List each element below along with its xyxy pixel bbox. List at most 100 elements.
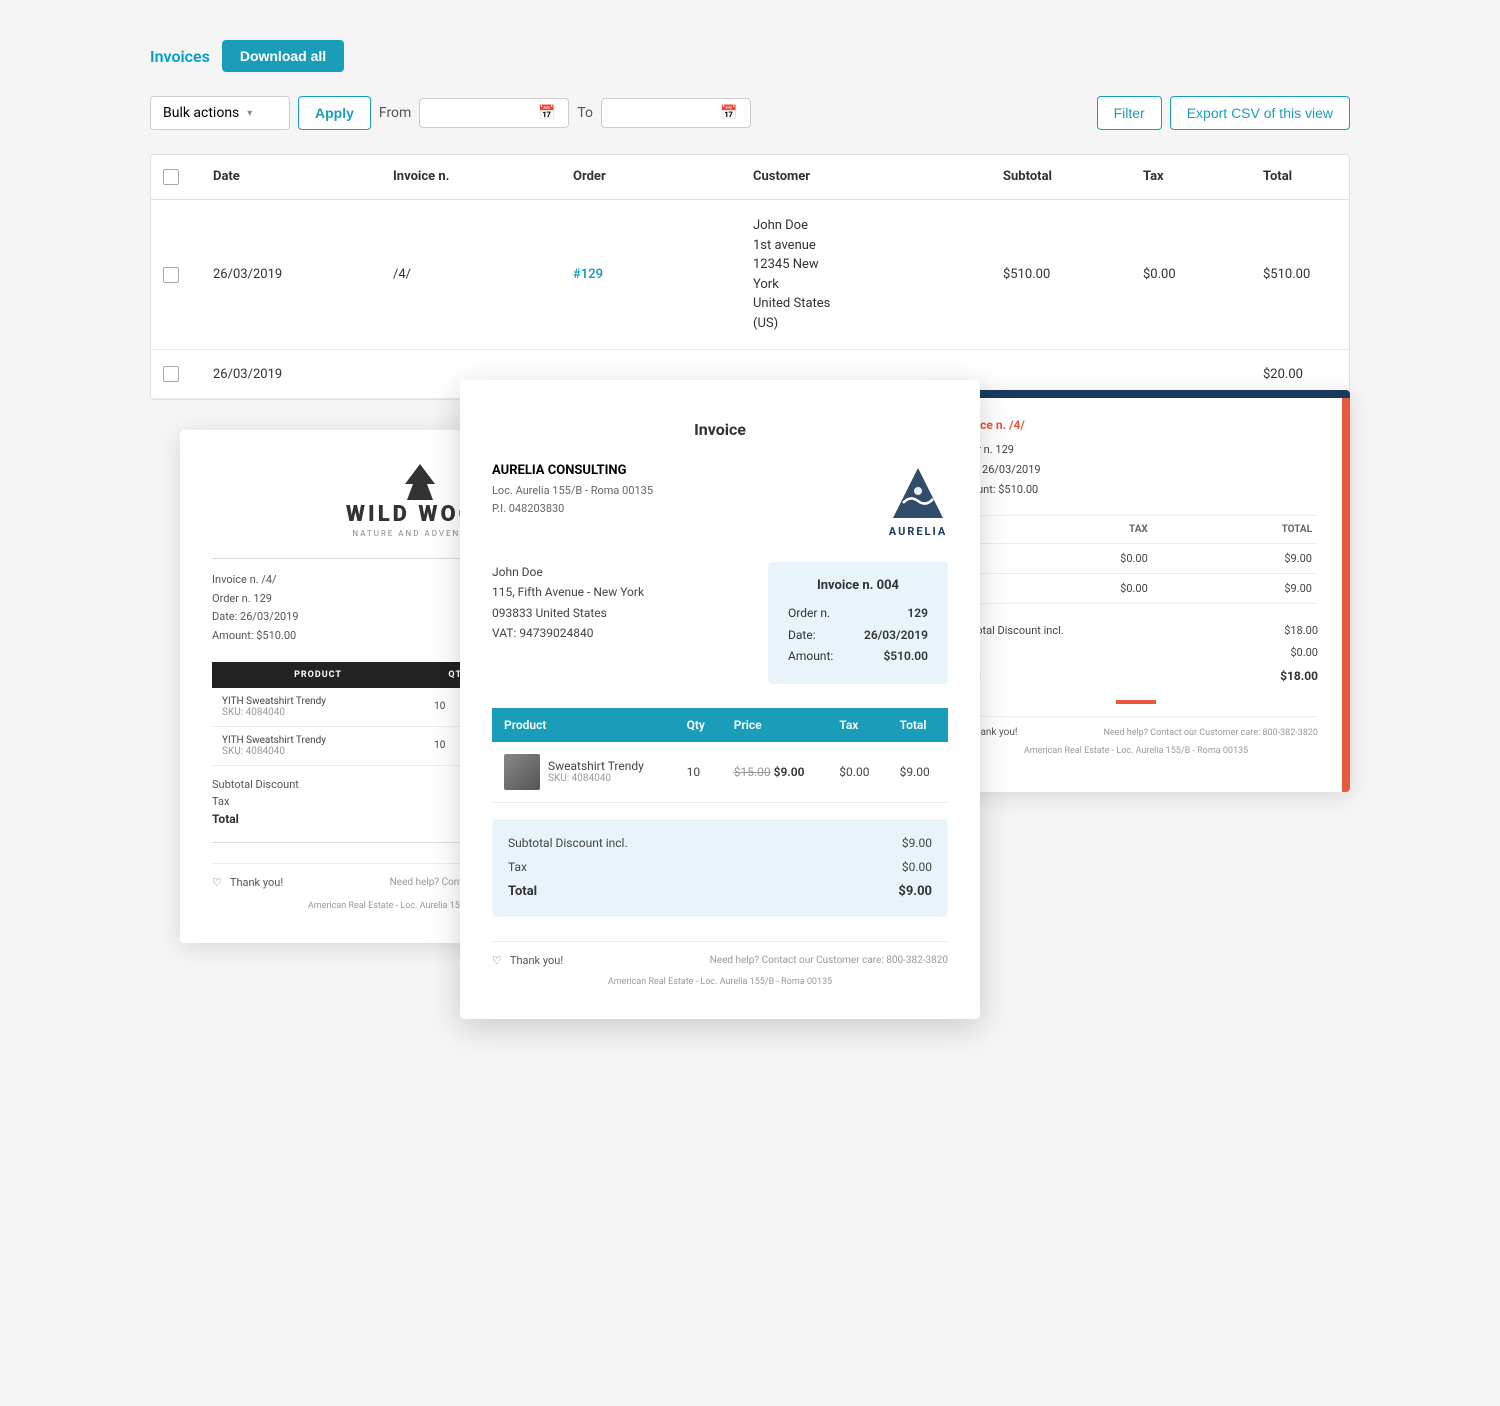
row1-total: $510.00 <box>1251 216 1350 333</box>
amount-val: $510.00 <box>883 646 928 668</box>
row1-tax: $0.00 <box>1131 216 1251 333</box>
product-image <box>504 754 540 790</box>
right-footer: ♡ Thank you! Need help? Contact our Cust… <box>954 716 1318 738</box>
right-invoice-n: Invoice n. /4/ <box>954 418 1318 432</box>
to-date-input[interactable]: 📅 <box>601 98 751 128</box>
aurelia-bottom-address: American Real Estate - Loc. Aurelia 155/… <box>492 977 948 987</box>
invoices-title: Invoices <box>150 47 210 66</box>
aurelia-logo-text: AURELIA <box>889 525 947 538</box>
aurelia-product-row: Sweatshirt Trendy SKU: 4084040 10 $15.00… <box>492 742 948 803</box>
row1-order[interactable]: #129 <box>561 216 741 333</box>
bill-to-address: 115, Fifth Avenue - New York <box>492 582 644 602</box>
right-totals-section: Subtotal Discount incl. $18.00 Tax $0.00… <box>954 620 1318 688</box>
chevron-down-icon: ▾ <box>247 108 252 119</box>
right-tax-val: $0.00 <box>1290 642 1318 664</box>
aurelia-tax-row: Tax $0.00 <box>508 855 932 879</box>
row1-check[interactable] <box>163 267 179 283</box>
aurelia-product-sku: SKU: 4084040 <box>548 773 644 784</box>
aurelia-totals: Subtotal Discount incl. $9.00 Tax $0.00 … <box>492 819 948 917</box>
date-label: Date: <box>788 625 816 647</box>
row1-order-link[interactable]: #129 <box>573 267 603 282</box>
bill-to-name: John Doe <box>492 562 644 582</box>
heart-icon-aurelia: ♡ <box>492 954 502 967</box>
ww-sku1: SKU: 4084040 <box>222 707 285 718</box>
aurelia-total-cell: $9.00 <box>888 742 948 803</box>
aurelia-tax-cell: $0.00 <box>827 742 887 803</box>
aurelia-price-old: $15.00 <box>734 765 771 779</box>
ww-product-name2: YITH Sweatshirt Trendy SKU: 4084040 <box>212 726 424 765</box>
export-csv-button[interactable]: Export CSV of this view <box>1170 96 1350 130</box>
aurelia-total-final-row: Total $9.00 <box>508 879 932 905</box>
right-need-help: Need help? Contact our Customer care: 80… <box>1103 728 1318 738</box>
aurelia-price-new: $9.00 <box>774 765 805 779</box>
subtotal-discount-val: $9.00 <box>902 831 932 855</box>
row1-date: 26/03/2019 <box>201 216 381 333</box>
aurelia-thank-you: Thank you! <box>510 954 563 967</box>
col-total: Total <box>1251 169 1350 185</box>
customer-country-code: (US) <box>753 314 778 334</box>
right-product-table: TAX TOTAL $0.00 $9.00 <box>954 515 1318 604</box>
aurelia-address: Loc. Aurelia 155/B - Roma 00135 <box>492 482 653 500</box>
invoice-card-aurelia: Invoice AURELIA CONSULTING Loc. Aurelia … <box>460 380 980 1019</box>
right-row2: $0.00 $9.00 <box>954 574 1318 604</box>
right-row2-total: $9.00 <box>1154 574 1318 604</box>
from-date-input[interactable]: 📅 <box>419 98 569 128</box>
col-subtotal: Subtotal <box>991 169 1131 185</box>
order-val: 129 <box>907 603 928 625</box>
tax-label: Tax <box>508 855 527 879</box>
filter-button[interactable]: Filter <box>1097 96 1162 130</box>
right-total-final-row: Total $18.00 <box>954 664 1318 688</box>
bulk-actions-select[interactable]: Bulk actions ▾ <box>150 96 290 130</box>
from-label: From <box>379 105 411 121</box>
download-all-button[interactable]: Download all <box>222 40 344 72</box>
aurelia-col-qty: Qty <box>675 708 722 742</box>
customer-name: John Doe <box>753 216 808 236</box>
aurelia-col-total: Total <box>888 708 948 742</box>
aurelia-invoice-box: Invoice n. 004 Order n. 129 Date: 26/03/… <box>768 562 948 684</box>
right-invoice-details: Order n. 129 Date: 26/03/2019 Amount: $5… <box>954 440 1318 499</box>
from-date-field[interactable] <box>430 106 530 121</box>
aurelia-logo: AURELIA <box>888 463 948 538</box>
main-container: Invoices Download all Bulk actions ▾ App… <box>0 0 1500 1120</box>
right-coral-bar <box>1116 700 1156 704</box>
apply-button[interactable]: Apply <box>298 96 371 130</box>
right-bottom-address: American Real Estate - Loc. Aurelia 155/… <box>954 746 1318 772</box>
aurelia-price: $15.00 $9.00 <box>722 742 828 803</box>
aurelia-company: AURELIA CONSULTING Loc. Aurelia 155/B - … <box>492 463 653 517</box>
calendar-icon-from: 📅 <box>538 105 555 121</box>
ww-total-label: Total <box>212 812 239 826</box>
right-row1-tax: $0.00 <box>1000 544 1153 574</box>
aurelia-date-row: Date: 26/03/2019 <box>788 625 928 647</box>
row1-checkbox[interactable] <box>151 216 201 333</box>
right-card-body: Invoice n. /4/ Order n. 129 Date: 26/03/… <box>930 398 1350 792</box>
right-amount: Amount: $510.00 <box>954 480 1318 500</box>
customer-country: United States <box>753 294 830 314</box>
ww-sku2: SKU: 4084040 <box>222 746 285 757</box>
total-label: Total <box>508 879 537 905</box>
customer-city: 12345 New <box>753 255 819 275</box>
heart-icon: ♡ <box>212 876 222 889</box>
aurelia-invoice-title: Invoice <box>492 412 948 439</box>
aurelia-product-cell: Sweatshirt Trendy SKU: 4084040 <box>492 742 675 803</box>
table-row: 26/03/2019 /4/ #129 John Doe 1st avenue … <box>151 200 1349 350</box>
right-total-val: $18.00 <box>1280 664 1318 688</box>
right-card-content: Invoice n. /4/ Order n. 129 Date: 26/03/… <box>930 398 1350 792</box>
right-subtotal-row: Subtotal Discount incl. $18.00 <box>954 620 1318 642</box>
aurelia-need-help: Need help? Contact our Customer care: 80… <box>710 955 948 966</box>
header-checkbox[interactable] <box>163 169 179 185</box>
bill-to-city: 093833 United States <box>492 603 644 623</box>
aurelia-logo-svg <box>888 463 948 523</box>
right-row1-total: $9.00 <box>1154 544 1318 574</box>
total-val: $9.00 <box>898 879 932 905</box>
subtotal-discount-label: Subtotal Discount incl. <box>508 831 628 855</box>
aurelia-amount-row: Amount: $510.00 <box>788 646 928 668</box>
aurelia-pi: P.I. 048203830 <box>492 500 653 518</box>
right-row2-tax: $0.00 <box>1000 574 1153 604</box>
aurelia-invoice-box-title: Invoice n. 004 <box>788 578 928 593</box>
aurelia-header: AURELIA CONSULTING Loc. Aurelia 155/B - … <box>492 463 948 538</box>
order-label: Order n. <box>788 603 830 625</box>
right-date: Date: 26/03/2019 <box>954 460 1318 480</box>
aurelia-footer: ♡ Thank you! Need help? Contact our Cust… <box>492 941 948 967</box>
to-date-field[interactable] <box>612 106 712 121</box>
ww-col-product: PRODUCT <box>212 662 424 688</box>
